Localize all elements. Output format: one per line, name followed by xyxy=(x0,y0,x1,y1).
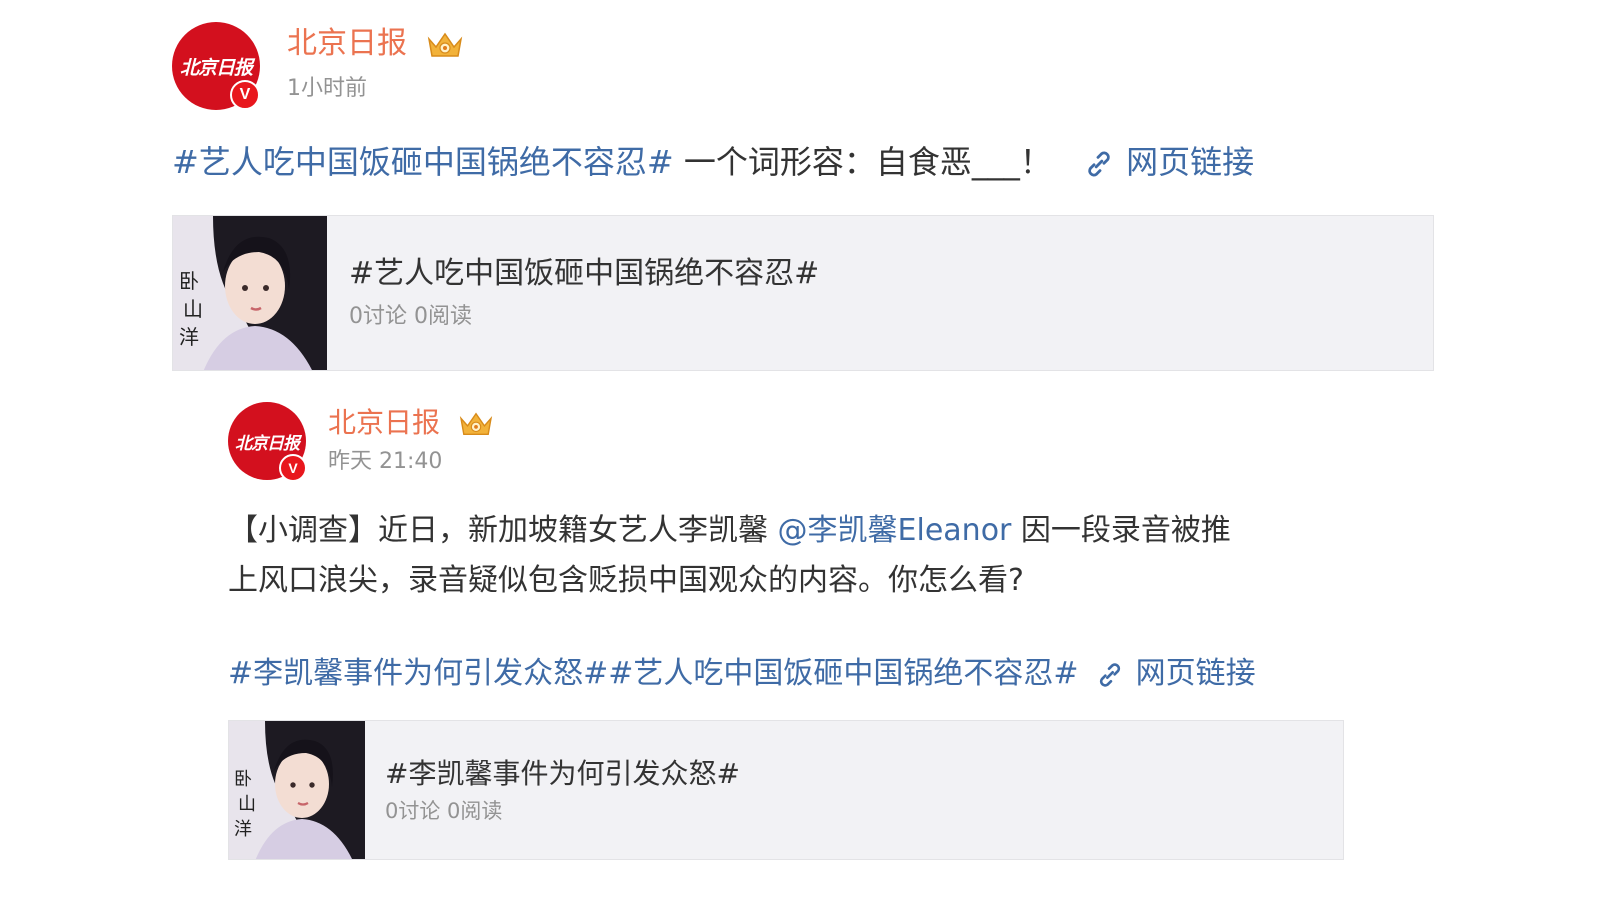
topic-tag[interactable]: #艺人吃中国饭砸中国锅绝不容忍# xyxy=(172,143,674,181)
repost-avatar[interactable]: 北京日报 V xyxy=(228,402,307,482)
web-link[interactable]: 网页链接 xyxy=(1094,656,1256,691)
svg-text:卧: 卧 xyxy=(234,769,252,790)
author-name[interactable]: 北京日报 xyxy=(287,24,465,64)
repost-time[interactable]: 昨天 21:40 xyxy=(328,448,442,476)
repost-text: 【小调查】近日，新加坡籍女艺人李凯馨 @李凯馨Eleanor 因一段录音被推 上… xyxy=(228,513,1231,598)
mention-link[interactable]: @李凯馨Eleanor xyxy=(778,513,1012,548)
crown-icon xyxy=(427,32,462,57)
svg-text:山: 山 xyxy=(238,794,256,815)
link-icon xyxy=(1100,662,1121,687)
web-link-label: 网页链接 xyxy=(1135,656,1256,691)
portrait-image: 卧 山 洋 xyxy=(173,216,327,370)
topic-tags[interactable]: #李凯馨事件为何引发众怒##艺人吃中国饭砸中国锅绝不容忍# xyxy=(228,656,1079,691)
post-time[interactable]: 1小时前 xyxy=(287,74,367,104)
topic-card-title: #艺人吃中国饭砸中国锅绝不容忍# xyxy=(349,256,820,291)
post-body: 一个词形容：自食恶___！ xyxy=(683,143,1052,181)
svg-text:山: 山 xyxy=(183,297,203,321)
svg-text:洋: 洋 xyxy=(234,819,252,840)
avatar[interactable]: 北京日报 V xyxy=(172,22,260,110)
topic-card-thumbnail: 卧 山 洋 xyxy=(173,216,327,370)
verified-badge-icon: V xyxy=(230,80,260,110)
topic-card[interactable]: 卧 山 洋 #艺人吃中国饭砸中国锅绝不容忍# 0讨论 0阅读 xyxy=(172,215,1434,371)
web-link-label: 网页链接 xyxy=(1126,143,1255,181)
web-link[interactable]: 网页链接 xyxy=(1082,143,1254,181)
portrait-image: 卧 山 洋 xyxy=(229,721,365,859)
post-text: #艺人吃中国饭砸中国锅绝不容忍# 一个词形容：自食恶___！ 网页链接 xyxy=(172,140,1254,184)
repost-topic-card[interactable]: 卧 山 洋 #李凯馨事件为何引发众怒# 0讨论 0阅读 xyxy=(228,720,1344,860)
link-icon xyxy=(1088,151,1110,177)
verified-badge-icon: V xyxy=(279,454,307,482)
svg-text:洋: 洋 xyxy=(179,325,199,349)
repost-author-name[interactable]: 北京日报 xyxy=(328,404,495,442)
topic-card-meta: 0讨论 0阅读 xyxy=(385,799,503,823)
crown-icon xyxy=(459,412,493,436)
topic-card-title: #李凯馨事件为何引发众怒# xyxy=(385,757,740,790)
svg-text:卧: 卧 xyxy=(179,269,199,293)
topic-card-meta: 0讨论 0阅读 xyxy=(349,304,472,329)
topic-card-thumbnail: 卧 山 洋 xyxy=(229,721,365,859)
repost-topics: #李凯馨事件为何引发众怒##艺人吃中国饭砸中国锅绝不容忍# 网页链接 xyxy=(228,652,1256,696)
